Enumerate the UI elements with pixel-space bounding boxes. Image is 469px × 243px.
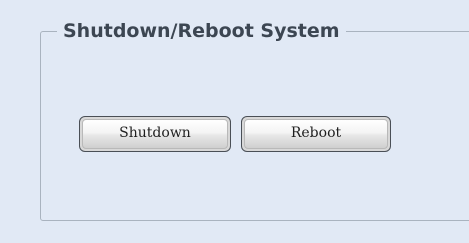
panel-legend: Shutdown/Reboot System — [57, 18, 346, 44]
reboot-button-label: Reboot — [290, 125, 342, 141]
reboot-button[interactable]: Reboot — [241, 116, 391, 152]
shutdown-button[interactable]: Shutdown — [79, 116, 231, 152]
shutdown-button-label: Shutdown — [119, 125, 191, 141]
